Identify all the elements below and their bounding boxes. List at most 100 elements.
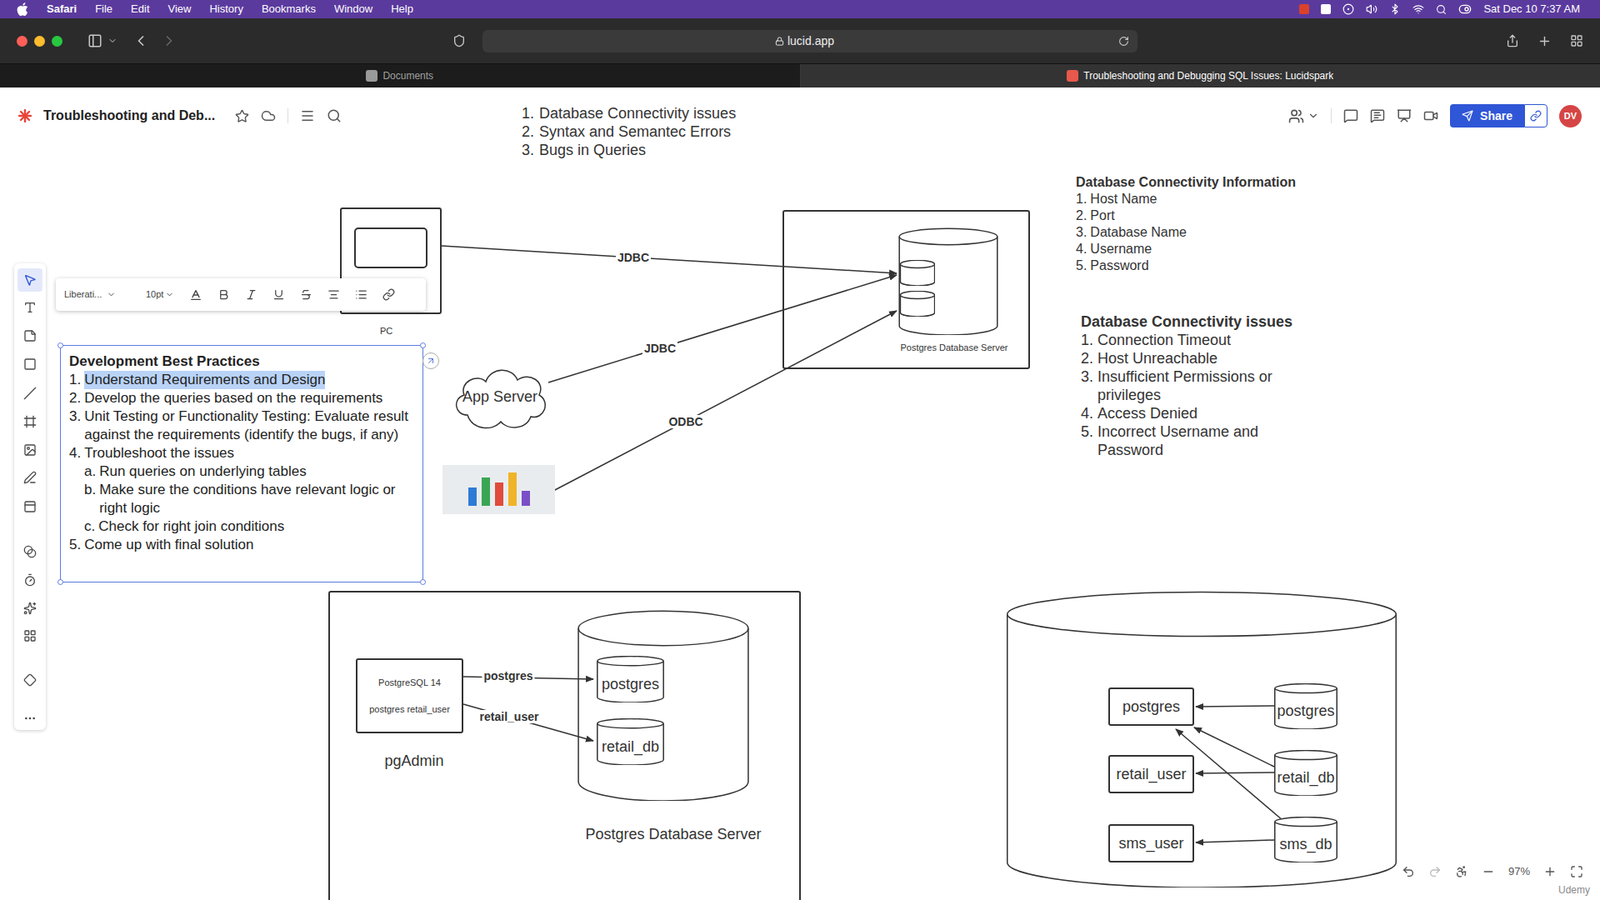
copy-link-button[interactable] <box>1524 104 1548 128</box>
pgadmin-server-cylinder[interactable] <box>576 609 750 801</box>
zoom-level[interactable]: 97% <box>1508 863 1530 880</box>
connector-handle[interactable] <box>422 352 440 370</box>
server-db-small[interactable] <box>900 260 935 286</box>
draw-tool[interactable] <box>17 465 43 490</box>
card-tool[interactable] <box>17 495 43 519</box>
lucid-logo-icon[interactable] <box>18 109 32 123</box>
status-app-icon[interactable] <box>1320 4 1331 15</box>
chevron-down-icon[interactable] <box>107 35 118 46</box>
role-box[interactable]: retail_user <box>1108 755 1195 794</box>
browser-tab[interactable]: Documents <box>0 64 800 88</box>
canvas[interactable]: Troubleshooting and Deb... Share DV 1.Datab… <box>0 87 1600 900</box>
sidebar-icon[interactable] <box>87 33 103 49</box>
font-dropdown[interactable]: Liberati... <box>64 287 131 302</box>
zoom-in-icon[interactable] <box>1543 865 1557 879</box>
stars-tool[interactable] <box>17 596 43 620</box>
strikethrough-icon[interactable] <box>300 288 313 301</box>
minimize-button[interactable] <box>34 35 45 47</box>
line-tool[interactable] <box>17 381 43 405</box>
database-cylinder[interactable]: postgres <box>1274 683 1338 730</box>
resize-handle[interactable] <box>57 342 64 349</box>
tab-overview-icon[interactable] <box>1570 34 1584 48</box>
menu-item[interactable]: Window <box>334 0 373 18</box>
best-practices-box[interactable]: Development Best Practices1.Understand R… <box>60 345 424 583</box>
collaborators-icon[interactable] <box>1288 108 1305 125</box>
timer-tool[interactable] <box>17 568 43 592</box>
menu-icon[interactable] <box>300 108 315 124</box>
share-button[interactable]: Share <box>1450 104 1525 128</box>
image-tool[interactable] <box>17 438 43 462</box>
server-db-small[interactable] <box>900 290 935 317</box>
wifi-icon[interactable] <box>1412 3 1425 15</box>
italic-icon[interactable] <box>245 288 258 301</box>
shape-tool[interactable] <box>17 352 43 376</box>
new-tab-icon[interactable] <box>1537 34 1552 49</box>
comment-icon[interactable] <box>1343 108 1359 124</box>
roles-server-cylinder[interactable] <box>1003 589 1400 888</box>
control-center-icon[interactable] <box>1458 2 1472 16</box>
align-icon[interactable] <box>327 288 340 301</box>
back-icon[interactable] <box>132 32 150 50</box>
topics-list[interactable]: 1.Database Connectivity issues2.Syntax a… <box>521 104 736 160</box>
present-icon[interactable] <box>1396 108 1412 124</box>
undo-icon[interactable] <box>1401 865 1415 879</box>
spotlight-icon[interactable] <box>1435 4 1447 15</box>
database-cylinder[interactable]: postgres <box>596 655 665 703</box>
user-avatar[interactable]: DV <box>1559 105 1582 128</box>
reporting-tool-image[interactable] <box>442 465 555 515</box>
forward-icon[interactable] <box>160 32 178 50</box>
link-icon[interactable] <box>382 288 395 301</box>
diamond-tool[interactable] <box>17 668 43 692</box>
frame-tool[interactable] <box>17 410 43 434</box>
status-app-icon[interactable] <box>1342 3 1355 15</box>
database-cylinder[interactable]: sms_db <box>1274 816 1338 863</box>
more-tool[interactable] <box>17 706 43 730</box>
list-icon[interactable] <box>355 288 368 301</box>
sticky-tool[interactable] <box>17 324 43 348</box>
menu-item[interactable]: Help <box>390 0 414 18</box>
close-button[interactable] <box>16 35 28 47</box>
cloud-saved-icon[interactable] <box>260 108 276 124</box>
status-app-icon[interactable] <box>1299 4 1310 15</box>
menu-app-name[interactable]: Safari <box>46 0 77 18</box>
privacy-shield-icon[interactable] <box>452 34 466 48</box>
resize-handle[interactable] <box>57 579 64 585</box>
grid-tool[interactable] <box>17 624 43 648</box>
apple-logo-icon[interactable] <box>16 2 29 16</box>
chevron-down-icon[interactable] <box>1307 110 1320 122</box>
volume-icon[interactable] <box>1365 3 1378 15</box>
accessibility-icon[interactable] <box>1455 865 1469 879</box>
app-server[interactable]: App Server <box>449 360 551 434</box>
menu-item[interactable]: File <box>95 0 113 18</box>
text-color-icon[interactable] <box>189 288 203 302</box>
font-size-dropdown[interactable]: 10pt <box>145 287 175 302</box>
resize-handle[interactable] <box>420 342 426 349</box>
search-icon[interactable] <box>326 108 342 124</box>
resize-handle[interactable] <box>420 579 426 585</box>
address-bar[interactable]: lucid.app <box>482 30 1138 53</box>
fullscreen-icon[interactable] <box>1570 865 1584 879</box>
database-cylinder[interactable]: retail_db <box>596 718 665 765</box>
video-icon[interactable] <box>1423 108 1439 124</box>
menu-item[interactable]: Bookmarks <box>261 0 316 18</box>
zoom-out-icon[interactable] <box>1481 865 1495 879</box>
reload-icon[interactable] <box>1118 35 1130 47</box>
redo-icon[interactable] <box>1428 865 1442 879</box>
zoom-button[interactable] <box>51 35 63 47</box>
url-text[interactable]: lucid.app <box>787 32 835 50</box>
share-icon[interactable] <box>1505 34 1520 48</box>
select-tool[interactable] <box>17 268 43 292</box>
connectivity-info[interactable]: Database Connectivity Information1.Host … <box>1075 174 1296 275</box>
database-cylinder[interactable]: retail_db <box>1274 750 1338 796</box>
document-title[interactable]: Troubleshooting and Deb... <box>43 105 215 126</box>
menu-item[interactable]: History <box>209 0 243 18</box>
clock[interactable]: Sat Dec 10 7:37 AM <box>1483 0 1580 18</box>
star-icon[interactable] <box>235 109 250 124</box>
browser-tab[interactable]: Troubleshooting and Debugging SQL Issues… <box>800 64 1600 88</box>
role-box[interactable]: postgres <box>1108 687 1195 726</box>
blend-tool[interactable] <box>17 540 43 564</box>
menu-item[interactable]: View <box>168 0 192 18</box>
role-box[interactable]: sms_user <box>1108 824 1195 863</box>
connectivity-issues[interactable]: Database Connectivity issues1.Connection… <box>1080 312 1310 460</box>
bluetooth-icon[interactable] <box>1389 3 1401 15</box>
